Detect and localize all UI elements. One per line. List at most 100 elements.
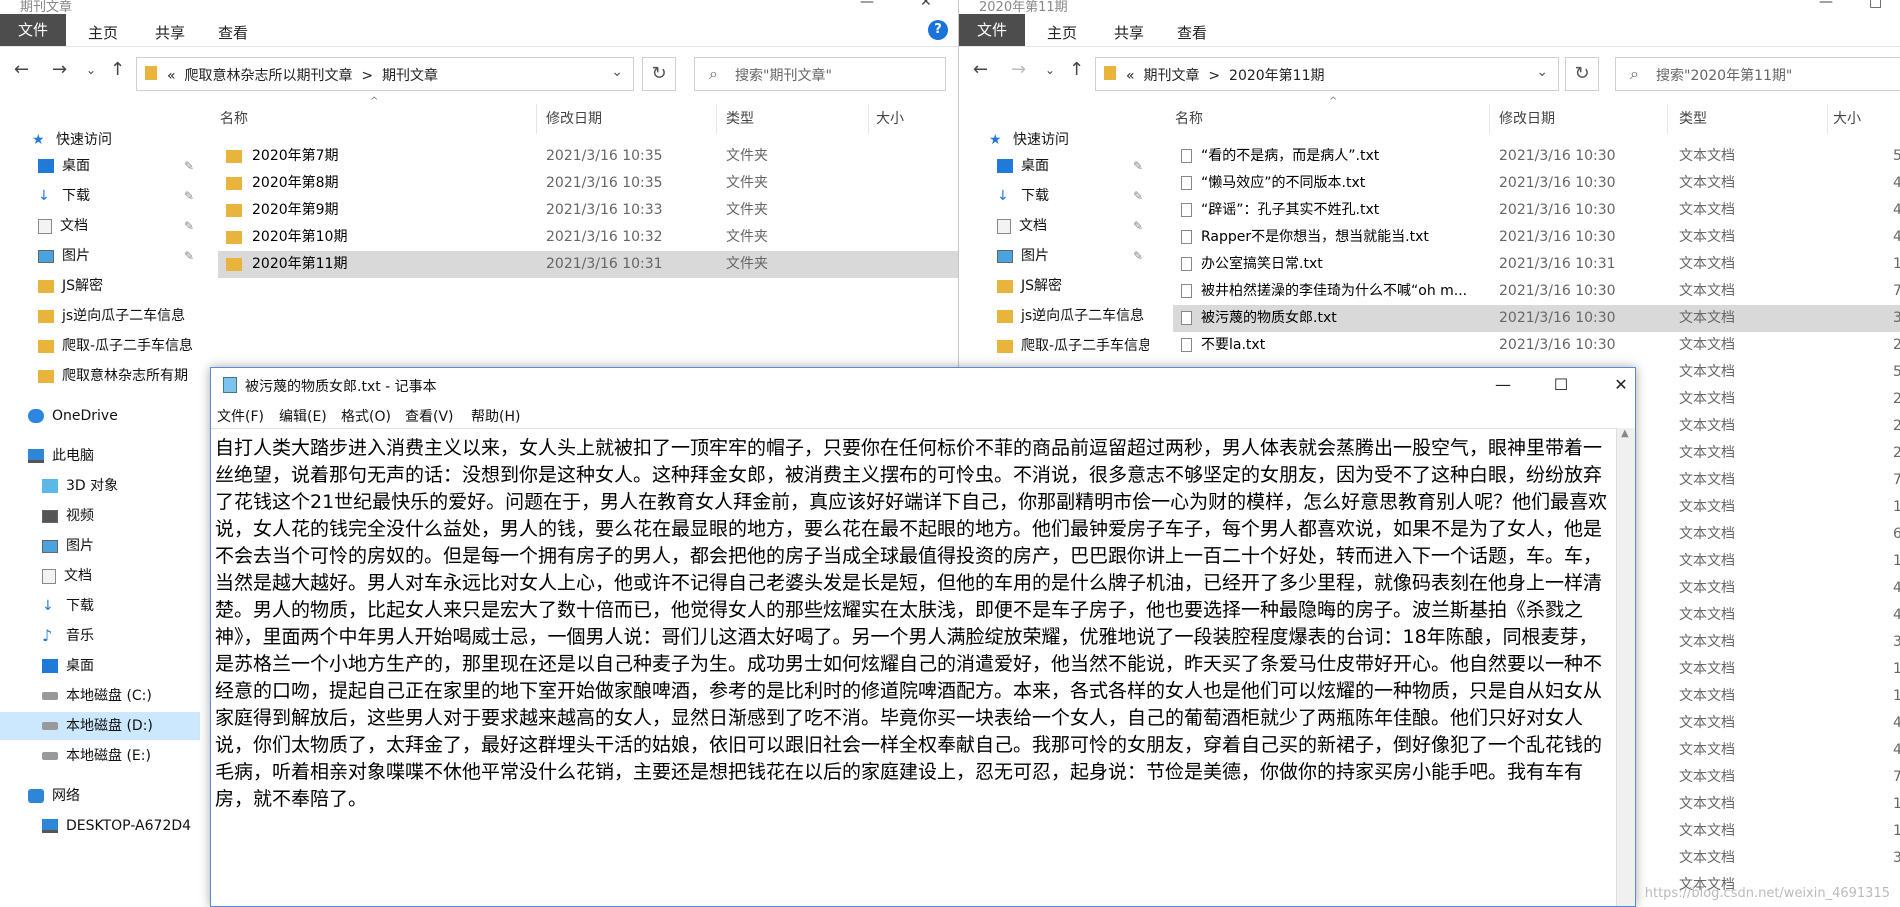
up-icon[interactable]: ↑ — [1069, 59, 1084, 80]
column-type[interactable]: 类型 — [726, 108, 754, 128]
nav-documents-pc[interactable]: 文档 — [42, 562, 200, 590]
vertical-scrollbar[interactable]: ▲ — [1616, 428, 1635, 906]
menu-file[interactable]: 文件(F) — [217, 406, 264, 426]
search-box[interactable]: ⌕ 搜索"2020年第11期" — [1615, 57, 1900, 91]
nav-drive-e[interactable]: 本地磁盘 (E:) — [42, 742, 200, 770]
forward-icon[interactable]: → — [1011, 59, 1026, 80]
menu-help[interactable]: 帮助(H) — [471, 406, 520, 426]
nav-drive-c[interactable]: 本地磁盘 (C:) — [42, 682, 200, 710]
column-name[interactable]: 名称 — [1175, 108, 1203, 128]
breadcrumb-item[interactable]: 期刊文章 — [382, 68, 438, 84]
menu-format[interactable]: 格式(O) — [341, 406, 391, 426]
table-row[interactable]: “懒马效应”的不同版本.txt 2021/3/16 10:30 文本文档 4 — [1173, 170, 1900, 197]
table-row[interactable]: “辟谣”：孔子其实不姓孔.txt 2021/3/16 10:30 文本文档 4 — [1173, 197, 1900, 224]
nav-folder[interactable]: 爬取-瓜子二手车信息 — [997, 332, 1149, 360]
nav-onedrive[interactable]: OneDrive — [28, 402, 200, 430]
nav-downloads-pc[interactable]: ↓ 下载 — [42, 592, 200, 620]
chevron-down-icon[interactable]: ⌄ — [611, 64, 623, 80]
column-date[interactable]: 修改日期 — [1499, 108, 1555, 128]
nav-folder[interactable]: 爬取-瓜子二手车信息 — [38, 332, 200, 360]
nav-quick-access[interactable]: ★ 快速访问 — [989, 126, 1149, 154]
back-icon[interactable]: ← — [14, 59, 29, 80]
column-divider[interactable] — [536, 104, 537, 134]
nav-this-pc[interactable]: 此电脑 — [28, 442, 200, 470]
tab-home[interactable]: 主页 — [1047, 22, 1077, 43]
search-input[interactable]: 搜索"2020年第11期" — [1656, 65, 1792, 85]
breadcrumb-item[interactable]: 期刊文章 — [1143, 68, 1199, 84]
nav-folder[interactable]: JS解密 — [38, 272, 200, 300]
column-divider[interactable] — [1667, 104, 1668, 134]
breadcrumb-overflow[interactable]: « — [1126, 68, 1135, 84]
notepad-text-area[interactable]: 自打人类大踏步进入消费主义以来，女人头上就被扣了一顶牢牢的帽子，只要你在任何标价… — [211, 428, 1617, 906]
column-name[interactable]: 名称 — [220, 108, 248, 128]
column-size[interactable]: 大小 — [1833, 108, 1861, 128]
table-row[interactable]: “看的不是病，而是病人”.txt 2021/3/16 10:30 文本文档 5 — [1173, 143, 1900, 170]
minimize-button[interactable]: — — [1475, 370, 1531, 400]
tab-share[interactable]: 共享 — [1114, 22, 1144, 43]
chevron-down-icon[interactable]: ⌄ — [1536, 64, 1548, 80]
tab-home[interactable]: 主页 — [88, 22, 118, 43]
table-row[interactable]: 被井柏然搓澡的李佳琦为什么不喊“oh m... 2021/3/16 10:30 文本… — [1173, 278, 1900, 305]
nav-videos[interactable]: 视频 — [42, 502, 200, 530]
close-button[interactable]: ✕ — [1593, 370, 1635, 400]
search-box[interactable]: ⌕ 搜索"期刊文章" — [694, 57, 946, 91]
tab-file[interactable]: 文件 — [0, 14, 67, 46]
recent-dropdown-icon[interactable]: ⌄ — [1045, 63, 1055, 77]
table-row[interactable]: 被污蔑的物质女郎.txt 2021/3/16 10:30 文本文档 3 — [1173, 305, 1900, 332]
minimize-icon[interactable]: — — [860, 0, 874, 10]
nav-3d-objects[interactable]: 3D 对象 — [42, 472, 200, 500]
column-date[interactable]: 修改日期 — [546, 108, 602, 128]
nav-documents[interactable]: 文档 ✎ — [997, 212, 1149, 240]
up-icon[interactable]: ↑ — [110, 59, 125, 80]
column-divider[interactable] — [1827, 104, 1828, 134]
address-bar[interactable]: « 爬取意林杂志所以期刊文章 > 期刊文章 ⌄ — [136, 57, 634, 91]
breadcrumb-item[interactable]: 爬取意林杂志所以期刊文章 — [184, 68, 352, 84]
column-size[interactable]: 大小 — [876, 108, 904, 128]
scroll-up-icon[interactable]: ▲ — [1621, 428, 1629, 439]
search-input[interactable]: 搜索"期刊文章" — [735, 65, 832, 85]
nav-folder[interactable]: JS解密 — [997, 272, 1149, 300]
menu-view[interactable]: 查看(V) — [405, 406, 454, 426]
table-row[interactable]: 2020年第9期 2021/3/16 10:33 文件夹 — [218, 197, 958, 224]
nav-quick-access[interactable]: ★ 快速访问 — [10, 126, 200, 154]
breadcrumb-item[interactable]: 2020年第11期 — [1229, 68, 1324, 84]
tab-file[interactable]: 文件 — [959, 14, 1026, 46]
nav-drive-d[interactable]: 本地磁盘 (D:) — [0, 712, 200, 740]
menu-edit[interactable]: 编辑(E) — [279, 406, 327, 426]
nav-network[interactable]: 网络 — [28, 782, 200, 810]
recent-dropdown-icon[interactable]: ⌄ — [86, 63, 96, 77]
nav-music[interactable]: ♪ 音乐 — [42, 622, 200, 650]
table-row[interactable]: Rapper不是你想当，想当就能当.txt 2021/3/16 10:30 文本文档… — [1173, 224, 1900, 251]
refresh-button[interactable]: ↻ — [642, 57, 676, 91]
table-row[interactable]: 2020年第10期 2021/3/16 10:32 文件夹 — [218, 224, 958, 251]
nav-desktop[interactable]: 桌面 ✎ — [997, 152, 1149, 180]
nav-computer[interactable]: DESKTOP-A672D4 — [42, 812, 200, 840]
nav-folder[interactable]: js逆向瓜子二车信息 — [38, 302, 200, 330]
nav-desktop[interactable]: 桌面 ✎ — [38, 152, 200, 180]
refresh-button[interactable]: ↻ — [1565, 57, 1599, 91]
tab-view[interactable]: 查看 — [218, 22, 248, 43]
column-type[interactable]: 类型 — [1679, 108, 1707, 128]
nav-pictures[interactable]: 图片 ✎ — [997, 242, 1149, 270]
nav-pictures[interactable]: 图片 ✎ — [38, 242, 200, 270]
maximize-icon[interactable]: □ — [1869, 0, 1882, 10]
table-row[interactable]: 办公室搞笑日常.txt 2021/3/16 10:31 文本文档 1 — [1173, 251, 1900, 278]
column-divider[interactable] — [1489, 104, 1490, 134]
nav-pictures-pc[interactable]: 图片 — [42, 532, 200, 560]
help-icon[interactable]: ? — [928, 20, 948, 40]
nav-folder[interactable]: 爬取意林杂志所有期 — [38, 362, 200, 390]
tab-view[interactable]: 查看 — [1177, 22, 1207, 43]
column-divider[interactable] — [868, 104, 869, 134]
nav-downloads[interactable]: ↓ 下载 ✎ — [997, 182, 1149, 210]
nav-downloads[interactable]: ↓ 下载 ✎ — [38, 182, 200, 210]
tab-share[interactable]: 共享 — [155, 22, 185, 43]
table-row[interactable]: 2020年第8期 2021/3/16 10:35 文件夹 — [218, 170, 958, 197]
minimize-icon[interactable]: — — [1819, 0, 1833, 10]
maximize-button[interactable]: ☐ — [1533, 370, 1589, 400]
column-divider[interactable] — [716, 104, 717, 134]
nav-folder[interactable]: js逆向瓜子二车信息 — [997, 302, 1149, 330]
breadcrumb-overflow[interactable]: « — [167, 68, 176, 84]
table-row[interactable]: 2020年第11期 2021/3/16 10:31 文件夹 — [218, 251, 958, 278]
close-icon[interactable]: ✕ — [920, 0, 932, 10]
nav-desktop-pc[interactable]: 桌面 — [42, 652, 200, 680]
